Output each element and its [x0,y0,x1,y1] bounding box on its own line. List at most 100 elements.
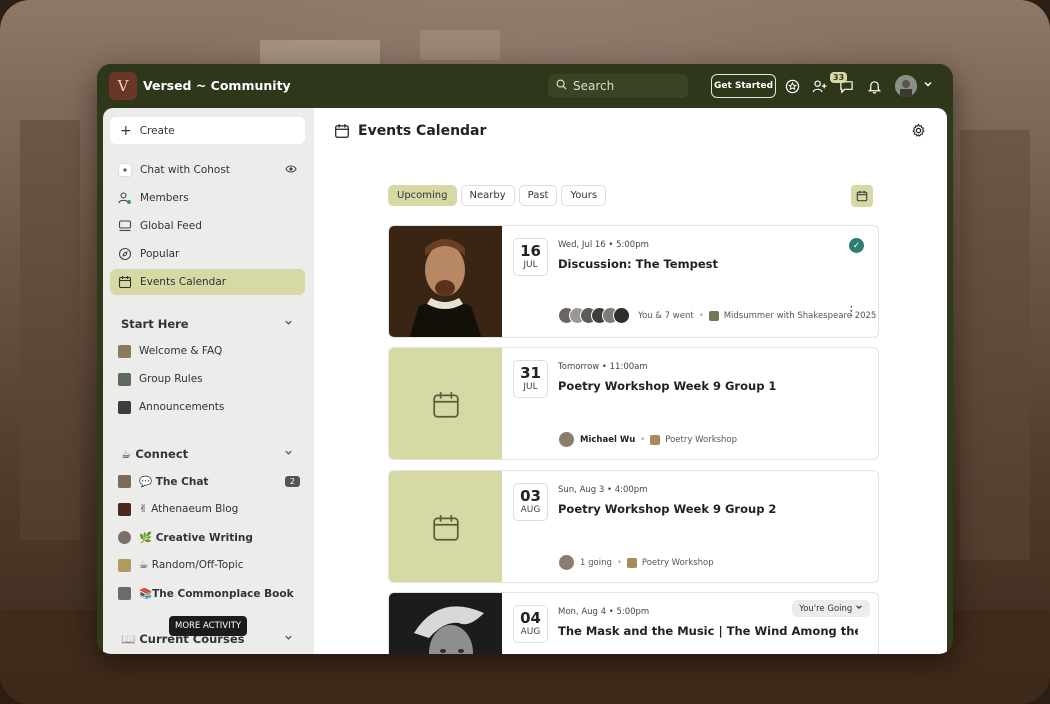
sidebar-item-label: ☕ Random/Off-Topic [139,559,244,571]
badge-star-icon[interactable] [783,77,801,95]
sidebar-item-random-off-topic[interactable]: ☕ Random/Off-Topic [110,552,305,578]
group-thumbnail-icon [650,434,661,445]
rsvp-status-label: You're Going [799,604,853,614]
sidebar-item-label: Global Feed [140,220,202,232]
sidebar-item-events-calendar[interactable]: Events Calendar [110,269,305,295]
user-avatar[interactable] [895,75,917,97]
sidebar-item-label: 💬 The Chat [139,475,209,488]
event-title[interactable]: Poetry Workshop Week 9 Group 2 [558,502,858,516]
members-icon [118,191,132,205]
chat-thumbnail-icon [118,474,131,488]
more-activity-tooltip[interactable]: MORE ACTIVITY [169,616,248,636]
event-day: 03 [520,487,541,505]
sidebar-item-global-feed[interactable]: Global Feed [110,213,305,239]
event-day: 16 [520,242,541,260]
calendar-icon [856,190,868,202]
calendar-view-button[interactable] [851,185,873,207]
event-footer: 1 going • Poetry Workshop [558,554,714,571]
sidebar-item-announcements[interactable]: Announcements [110,394,305,420]
chevron-down-icon[interactable] [923,79,933,92]
event-title[interactable]: Poetry Workshop Week 9 Group 1 [558,379,858,393]
sidebar-item-the-chat[interactable]: 💬 The Chat 2 [110,468,305,494]
attendee-avatars [558,307,630,324]
calendar-icon [118,275,132,289]
create-button[interactable]: + Create [110,117,305,144]
event-month: JUL [523,260,538,270]
event-when: Mon, Aug 4 • 5:00pm [558,607,650,617]
attendee-summary: You & 7 went [638,310,694,321]
event-footer: You & 7 went • Midsummer with Shakespear… [558,307,876,324]
chevron-down-icon [284,448,293,460]
separator-dot: • [640,434,646,445]
event-date: 04 AUG [513,605,548,643]
sidebar-item-label: Chat with Cohost [140,164,230,176]
writing-thumbnail-icon [118,530,131,544]
unread-count-badge: 2 [284,475,300,487]
event-card[interactable]: 16 JUL Wed, Jul 16 • 5:00pm Discussion: … [388,225,879,338]
bell-icon[interactable] [865,77,883,95]
attendee-avatar [558,554,575,571]
main-content: Events Calendar Upcoming Nearby Past You… [314,108,947,654]
sidebar-item-commonplace-book[interactable]: 📚The Commonplace Book [110,580,305,606]
event-month: AUG [520,627,541,637]
event-card[interactable]: 31 JUL Tomorrow • 11:00am Poetry Worksho… [388,347,879,460]
more-options-icon[interactable]: ⋮ [845,304,858,319]
event-title[interactable]: The Mask and the Music | The Wind Among … [558,624,858,638]
community-title[interactable]: Versed ~ Community [143,78,291,93]
sidebar-item-label: Announcements [139,401,225,413]
section-connect[interactable]: ☕ Connect [110,443,305,465]
rsvp-status-dropdown[interactable]: You're Going [792,600,870,617]
event-when: Sun, Aug 3 • 4:00pm [558,485,648,495]
event-image-placeholder [389,471,502,582]
chevron-down-icon [284,633,293,645]
sidebar-item-chat-with-cohost[interactable]: Chat with Cohost [110,157,305,183]
sidebar-item-label: Events Calendar [140,276,227,288]
calendar-icon [432,391,459,418]
avatar [613,307,630,324]
sidebar-item-creative-writing[interactable]: 🌿 Creative Writing [110,524,305,550]
sidebar-item-label: Popular [140,248,180,260]
rules-thumbnail-icon [118,372,131,386]
attendee-summary: 1 going [580,557,612,568]
sidebar-item-athenaeum-blog[interactable]: ✌ Athenaeum Blog [110,496,305,522]
event-day: 04 [520,609,541,627]
eye-icon[interactable] [285,164,297,177]
separator-dot: • [616,557,622,568]
event-group[interactable]: Poetry Workshop [665,435,737,445]
event-image-portrait [389,593,502,654]
event-date: 03 AUG [513,483,548,521]
filter-past[interactable]: Past [518,185,558,206]
event-card[interactable]: 04 AUG Mon, Aug 4 • 5:00pm The Mask and … [388,592,879,654]
event-card[interactable]: 03 AUG Sun, Aug 3 • 4:00pm Poetry Worksh… [388,470,879,583]
add-member-icon[interactable] [810,77,828,95]
event-month: JUL [523,382,538,392]
book-thumbnail-icon [118,586,131,600]
event-group[interactable]: Poetry Workshop [642,558,714,568]
welcome-thumbnail-icon [118,344,131,358]
sidebar-item-welcome-faq[interactable]: Welcome & FAQ [110,338,305,364]
random-thumbnail-icon [118,558,131,572]
calendar-icon [432,514,459,541]
event-title[interactable]: Discussion: The Tempest [558,257,858,271]
gear-icon[interactable] [911,123,926,138]
sidebar-item-group-rules[interactable]: Group Rules [110,366,305,392]
event-host[interactable]: Michael Wu [580,435,635,445]
sidebar-item-popular[interactable]: Popular [110,241,305,267]
app-window: V Versed ~ Community Search Get Started … [97,64,953,654]
community-logo[interactable]: V [109,72,137,100]
filter-nearby[interactable]: Nearby [460,185,515,206]
separator-dot: • [698,310,704,321]
get-started-button[interactable]: Get Started [711,74,776,98]
section-title: Start Here [121,317,189,331]
sidebar-item-label: Welcome & FAQ [139,345,223,357]
search-icon [556,79,567,93]
filter-upcoming[interactable]: Upcoming [388,185,457,206]
sparkle-icon [118,163,132,177]
sidebar-item-label: ✌ Athenaeum Blog [139,503,239,515]
compass-icon [118,247,132,261]
event-when: Tomorrow • 11:00am [558,362,648,372]
search-input[interactable]: Search [548,74,688,98]
section-start-here[interactable]: Start Here [110,313,305,335]
sidebar-item-members[interactable]: Members [110,185,305,211]
filter-yours[interactable]: Yours [561,185,607,206]
